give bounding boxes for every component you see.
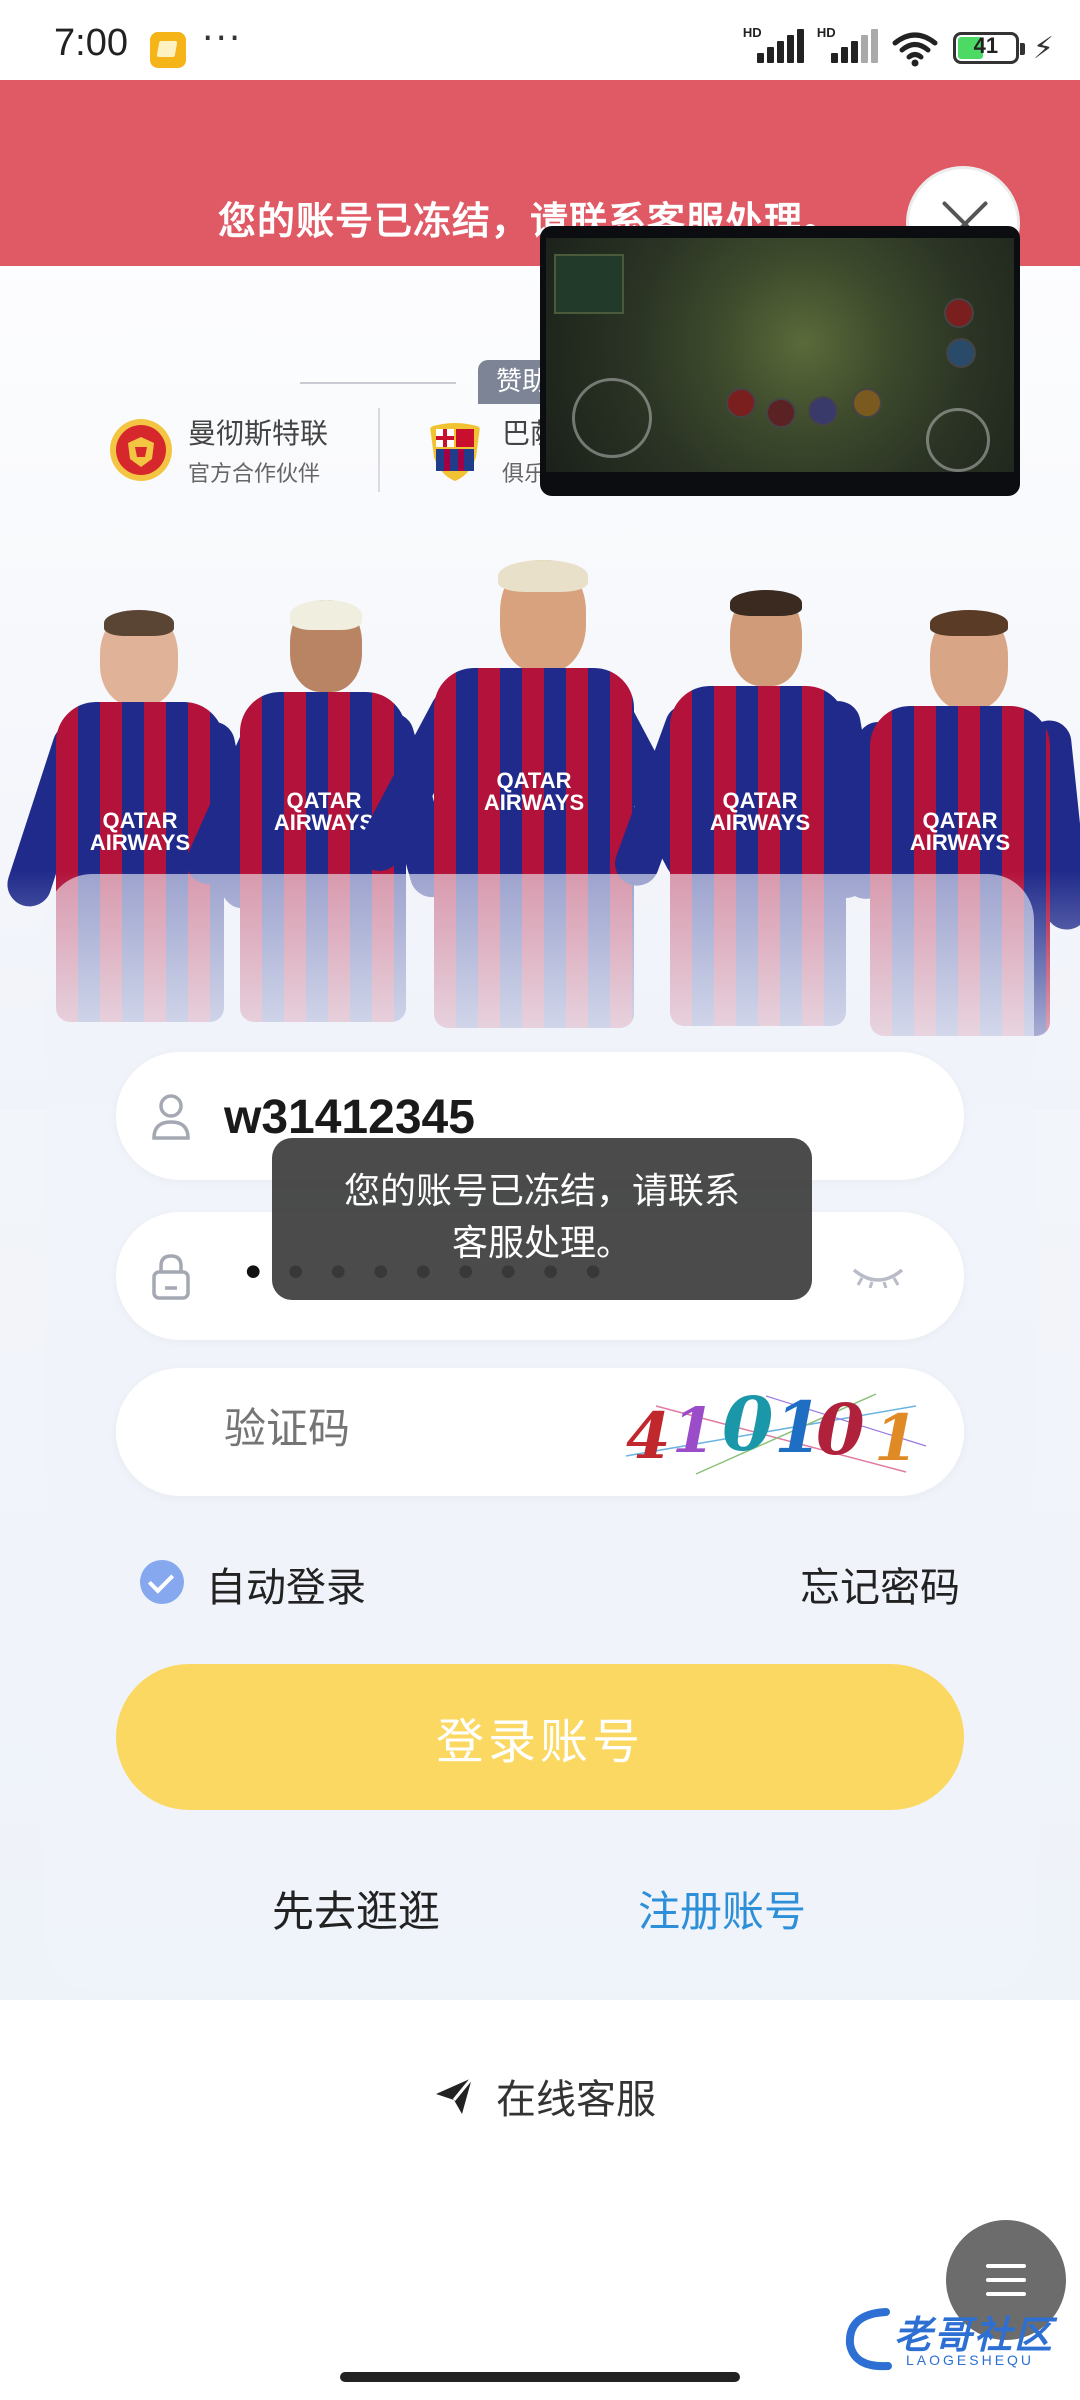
captcha-input[interactable]	[224, 1404, 604, 1453]
battery-level: 41	[973, 33, 999, 58]
player-sponsor: QATAR AIRWAYS	[89, 808, 191, 855]
more-notifications-icon: ···	[202, 18, 243, 59]
forgot-password-link[interactable]: 忘记密码	[800, 1555, 960, 1613]
captcha-char: 1	[874, 1401, 919, 1476]
signal-1-icon: HD	[743, 25, 804, 67]
user-icon	[152, 1094, 190, 1140]
signal-2-icon: HD	[817, 25, 878, 67]
captcha-char: 4	[626, 1399, 671, 1474]
wifi-icon	[892, 32, 938, 67]
game-minimap	[554, 254, 624, 314]
partner-manchester-united: 曼彻斯特联 官方合作伙伴	[108, 412, 328, 488]
browse-first-link[interactable]: 先去逛逛	[272, 1878, 440, 1939]
floating-video-window[interactable]	[540, 226, 1020, 496]
watermark-subtitle: LAOGESHEQU	[906, 2352, 1035, 2368]
status-time: 7:00	[54, 22, 128, 64]
hd-label: HD	[742, 25, 762, 40]
eye-closed-icon[interactable]	[852, 1266, 904, 1288]
game-joystick	[572, 378, 652, 458]
video-game-frame	[546, 238, 1014, 472]
barcelona-crest-icon	[430, 423, 480, 481]
lock-icon	[152, 1254, 190, 1300]
player-sponsor: QATAR AIRWAYS	[909, 808, 1011, 855]
watermark-text: 老哥社区	[894, 2313, 1055, 2357]
partner-subtitle: 官方合作伙伴	[188, 462, 321, 487]
captcha-char: 1	[672, 1394, 715, 1467]
divider	[300, 382, 456, 384]
auto-login-label[interactable]: 自动登录	[206, 1555, 366, 1613]
manchester-united-crest-icon	[110, 419, 172, 481]
toast-line-2: 客服处理。	[451, 1223, 632, 1264]
partner-barcelona: 巴萨 俱乐	[422, 412, 558, 488]
charging-icon: ⚡	[1032, 30, 1054, 66]
player-sponsor: QATAR AIRWAYS	[483, 768, 585, 815]
captcha-char: 0	[816, 1388, 865, 1471]
battery-icon: 41	[952, 32, 1025, 64]
partner-name: 曼彻斯特联	[188, 417, 329, 450]
toast-message: 您的账号已冻结，请联系 客服处理。	[272, 1138, 812, 1300]
register-link[interactable]: 注册账号	[638, 1878, 806, 1939]
home-indicator[interactable]	[340, 2372, 740, 2382]
watermark-logo: 老哥社区 LAOGESHEQU	[842, 2300, 1072, 2380]
auto-login-checkbox[interactable]	[140, 1560, 184, 1604]
dragon-icon	[845, 2308, 892, 2371]
online-support-link[interactable]: 在线客服	[434, 2068, 656, 2124]
notification-app-icon	[150, 32, 186, 68]
status-bar: 7:00 ··· HD HD 41 ⚡	[0, 0, 1080, 80]
hd-label: HD	[816, 25, 836, 40]
send-icon	[436, 2077, 474, 2114]
status-icons: HD HD 41 ⚡	[743, 25, 1054, 68]
captcha-field[interactable]: 4 1 0 1 0 1	[116, 1368, 964, 1496]
partner-divider	[378, 408, 380, 492]
captcha-image[interactable]: 4 1 0 1 0 1	[616, 1386, 936, 1480]
login-button[interactable]: 登录账号	[116, 1664, 964, 1810]
player-sponsor: QATAR AIRWAYS	[709, 788, 811, 835]
username-value: w31412345	[224, 1091, 475, 1144]
toast-line-1: 您的账号已冻结，请联系	[343, 1171, 740, 1212]
online-support-label: 在线客服	[496, 2077, 656, 2123]
captcha-char: 0	[722, 1386, 774, 1468]
